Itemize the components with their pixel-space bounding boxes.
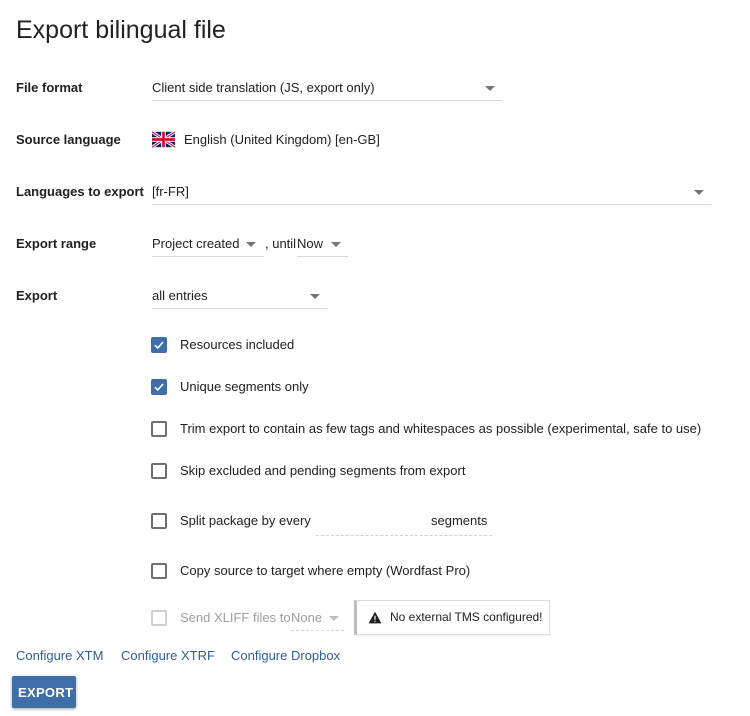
chevron-down-icon	[310, 294, 320, 299]
no-tms-tooltip: No external TMS configured!	[354, 600, 550, 635]
file-format-label: File format	[16, 80, 83, 95]
copy-source-label: Copy source to target where empty (Wordf…	[180, 563, 471, 578]
checkmark-icon	[154, 383, 164, 392]
export-range-label: Export range	[16, 236, 97, 251]
chevron-down-icon	[694, 190, 704, 195]
configure-xtrf-link[interactable]: Configure XTRF	[121, 648, 215, 663]
export-range-from-value: Project created	[152, 236, 240, 251]
export-range-until-value: Now	[297, 236, 324, 251]
uk-flag-icon	[152, 131, 175, 148]
unique-segments-checkbox[interactable]	[151, 379, 167, 395]
resources-included-checkbox[interactable]	[151, 337, 167, 353]
split-package-checkbox[interactable]	[151, 513, 167, 529]
send-xliff-checkbox[interactable]	[151, 610, 167, 626]
languages-to-export-value: [fr-FR]	[152, 184, 189, 199]
chevron-down-icon	[246, 242, 256, 247]
export-button[interactable]: EXPORT	[12, 676, 76, 708]
source-language-label: Source language	[16, 132, 121, 147]
checkmark-icon	[154, 341, 164, 350]
configure-xtm-link[interactable]: Configure XTM	[16, 648, 103, 663]
source-language-value: English (United Kingdom) [en-GB]	[184, 132, 380, 147]
export-entries-value: all entries	[152, 288, 208, 303]
languages-to-export-label: Languages to export	[16, 184, 144, 199]
chevron-down-icon	[329, 616, 339, 621]
warning-icon	[368, 611, 382, 624]
send-xliff-label: Send XLIFF files to	[180, 610, 291, 625]
send-xliff-target-select[interactable]: None	[291, 605, 344, 631]
trim-export-checkbox[interactable]	[151, 421, 167, 437]
chevron-down-icon	[485, 86, 495, 91]
file-format-select[interactable]: Client side translation (JS, export only…	[152, 75, 502, 101]
send-xliff-target-value: None	[291, 610, 323, 625]
unique-segments-label: Unique segments only	[180, 379, 309, 394]
resources-included-label: Resources included	[180, 337, 295, 352]
export-range-from-select[interactable]: Project created	[152, 231, 264, 257]
export-label: Export	[16, 288, 58, 303]
chevron-down-icon	[331, 242, 341, 247]
trim-export-label: Trim export to contain as few tags and w…	[180, 421, 702, 436]
skip-excluded-checkbox[interactable]	[151, 463, 167, 479]
export-range-until-select[interactable]: Now	[297, 231, 348, 257]
tooltip-text: No external TMS configured!	[390, 610, 543, 624]
copy-source-checkbox[interactable]	[151, 563, 167, 579]
page-title: Export bilingual file	[16, 16, 226, 44]
split-package-label: Split package by every	[180, 513, 311, 528]
skip-excluded-label: Skip excluded and pending segments from …	[180, 463, 466, 478]
export-range-until-text: , until	[265, 236, 297, 251]
export-entries-select[interactable]: all entries	[152, 283, 327, 309]
file-format-value: Client side translation (JS, export only…	[152, 80, 375, 95]
configure-dropbox-link[interactable]: Configure Dropbox	[231, 648, 340, 663]
split-package-suffix: segments	[431, 513, 488, 528]
languages-to-export-select[interactable]: [fr-FR]	[152, 179, 711, 205]
